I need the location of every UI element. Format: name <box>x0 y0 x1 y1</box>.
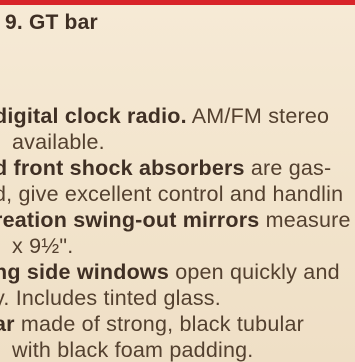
feature-term: ar <box>0 312 15 336</box>
feature-line: d, give excellent control and handlin <box>0 181 355 207</box>
feature-term: d front shock absorbers <box>0 156 245 180</box>
feature-text: are gas- <box>244 156 332 180</box>
feature-text: made of strong, black tubular <box>14 312 304 336</box>
feature-term: reation swing-out mirrors <box>0 208 260 232</box>
feature-line: ng side windows open quickly and <box>0 259 355 285</box>
feature-line: ar made of strong, black tubular <box>0 311 355 337</box>
feature-text: y. Includes tinted glass. <box>0 286 221 310</box>
feature-text: x 9½". <box>12 234 74 258</box>
feature-line: x 9½". <box>0 233 355 259</box>
feature-text: AM/FM stereo <box>186 104 330 128</box>
feature-line: y. Includes tinted glass. <box>0 285 355 311</box>
brochure-page: 9. GT bar digital clock radio. AM/FM ste… <box>0 0 355 362</box>
section-heading: 9. GT bar <box>5 11 98 34</box>
feature-text: d, give excellent control and handlin <box>0 182 344 206</box>
feature-text: open quickly and <box>169 260 340 284</box>
feature-line: available. <box>0 129 355 155</box>
feature-line: digital clock radio. AM/FM stereo <box>0 103 355 129</box>
feature-line: reation swing-out mirrors measure <box>0 207 355 233</box>
feature-term: digital clock radio. <box>0 104 187 128</box>
feature-text: with black foam padding. <box>12 338 254 362</box>
feature-line: with black foam padding. <box>0 337 355 362</box>
feature-text: available. <box>12 130 105 154</box>
feature-list: digital clock radio. AM/FM stereo availa… <box>0 103 355 362</box>
feature-line: d front shock absorbers are gas- <box>0 155 355 181</box>
red-top-rule <box>0 0 355 5</box>
feature-text: measure <box>259 208 351 232</box>
feature-term: ng side windows <box>0 260 170 284</box>
